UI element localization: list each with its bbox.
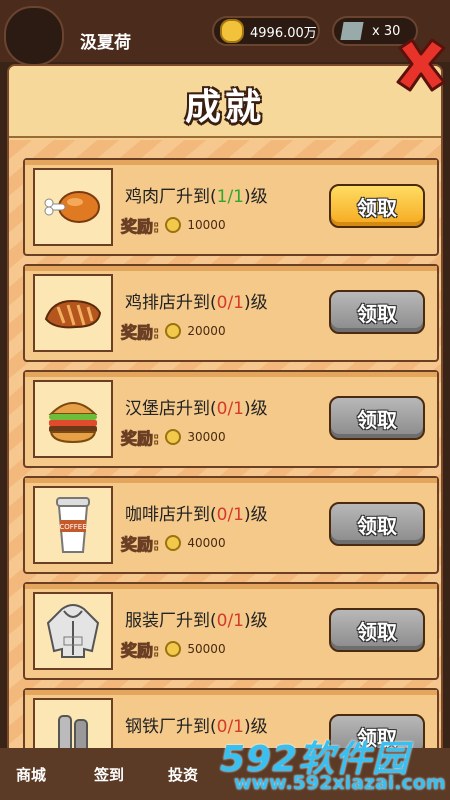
claim-button[interactable]: 领取 (329, 502, 425, 546)
achievement-progress: 0/1 (216, 293, 244, 313)
watermark: 592软件园 www.592xiazai.com (220, 730, 446, 800)
achievement-icon-box (33, 380, 113, 458)
hoodie-icon (46, 604, 100, 658)
top-bar: 汲夏荷 4996.00万 x 30 (0, 0, 450, 66)
reward-label: 奖励: (120, 323, 160, 343)
coin-icon (165, 323, 182, 339)
coin-icon (165, 641, 182, 657)
achievement-icon-box: COFFEE (33, 486, 113, 564)
achievement-progress: 1/1 (216, 187, 244, 207)
achievement-row: 服装厂升到(0/1)级 奖励: 50000 领取 (23, 582, 439, 680)
achievement-reward: 奖励: 40000 (120, 531, 226, 555)
achievement-task: 汉堡店升到(0/1)级 (125, 399, 268, 419)
achievement-icon-box (33, 592, 113, 670)
watermark-url: www.592xiazai.com (234, 772, 446, 794)
claim-button[interactable]: 领取 (329, 396, 425, 440)
achievement-icon-box (33, 168, 113, 246)
close-button[interactable] (392, 34, 450, 96)
achievement-reward: 奖励: 10000 (120, 213, 226, 237)
achievement-progress: 0/1 (216, 611, 244, 631)
achievement-task: 鸡肉厂升到(1/1)级 (125, 187, 268, 207)
reward-value: 20000 (187, 324, 226, 338)
achievement-task: 鸡排店升到(0/1)级 (125, 293, 268, 313)
nav-item-shop[interactable]: 商城 (16, 764, 46, 785)
coin-balance: 4996.00万 (212, 16, 320, 46)
coin-icon (220, 19, 244, 43)
chicken-leg-icon (44, 191, 100, 223)
achievement-progress: 0/1 (216, 399, 244, 419)
svg-text:COFFEE: COFFEE (59, 523, 86, 531)
chicken-steak-icon (44, 299, 102, 329)
achievement-reward: 奖励: 30000 (120, 425, 226, 449)
player-name: 汲夏荷 (80, 33, 131, 53)
reward-label: 奖励: (120, 429, 160, 449)
reward-value: 40000 (187, 536, 226, 550)
burger-icon (48, 402, 98, 444)
achievement-icon-box (33, 274, 113, 352)
coin-icon (165, 429, 182, 445)
reward-value: 30000 (187, 430, 226, 444)
achievement-row: 鸡肉厂升到(1/1)级 奖励: 10000 领取 (23, 158, 439, 256)
reward-label: 奖励: (120, 217, 160, 237)
avatar[interactable] (4, 6, 64, 66)
achievement-row: COFFEE 咖啡店升到(0/1)级 奖励: 40000 领取 (23, 476, 439, 574)
reward-label: 奖励: (120, 641, 160, 661)
coffee-cup-icon: COFFEE (56, 497, 90, 553)
claim-button[interactable]: 领取 (329, 290, 425, 334)
achievement-task: 服装厂升到(0/1)级 (125, 611, 268, 631)
achievement-row: 汉堡店升到(0/1)级 奖励: 30000 领取 (23, 370, 439, 468)
achievement-reward: 奖励: 50000 (120, 637, 226, 661)
claim-button[interactable]: 领取 (329, 608, 425, 652)
achievement-task: 咖啡店升到(0/1)级 (125, 505, 268, 525)
claim-button[interactable]: 领取 (329, 184, 425, 228)
achievement-progress: 0/1 (216, 505, 244, 525)
ticket-icon (340, 22, 364, 40)
achievement-list[interactable]: 鸡肉厂升到(1/1)级 奖励: 10000 领取 鸡排店升到(0/1)级 奖励:… (9, 140, 441, 798)
nav-item-checkin[interactable]: 签到 (94, 764, 124, 785)
coin-icon (165, 535, 182, 551)
close-icon (396, 38, 446, 92)
panel-title: 成就 (184, 87, 265, 128)
achievements-panel: 成就 鸡肉厂升到(1/1)级 奖励: 10000 领取 鸡排店升到(0/1)级 … (7, 64, 443, 800)
reward-value: 50000 (187, 642, 226, 656)
achievement-reward: 奖励: 20000 (120, 319, 226, 343)
achievement-row: 鸡排店升到(0/1)级 奖励: 20000 领取 (23, 264, 439, 362)
panel-header: 成就 (9, 66, 441, 138)
reward-label: 奖励: (120, 535, 160, 555)
coin-balance-value: 4996.00万 (250, 25, 317, 41)
reward-value: 10000 (187, 218, 226, 232)
coin-icon (165, 217, 182, 233)
nav-item-invest[interactable]: 投资 (168, 764, 198, 785)
